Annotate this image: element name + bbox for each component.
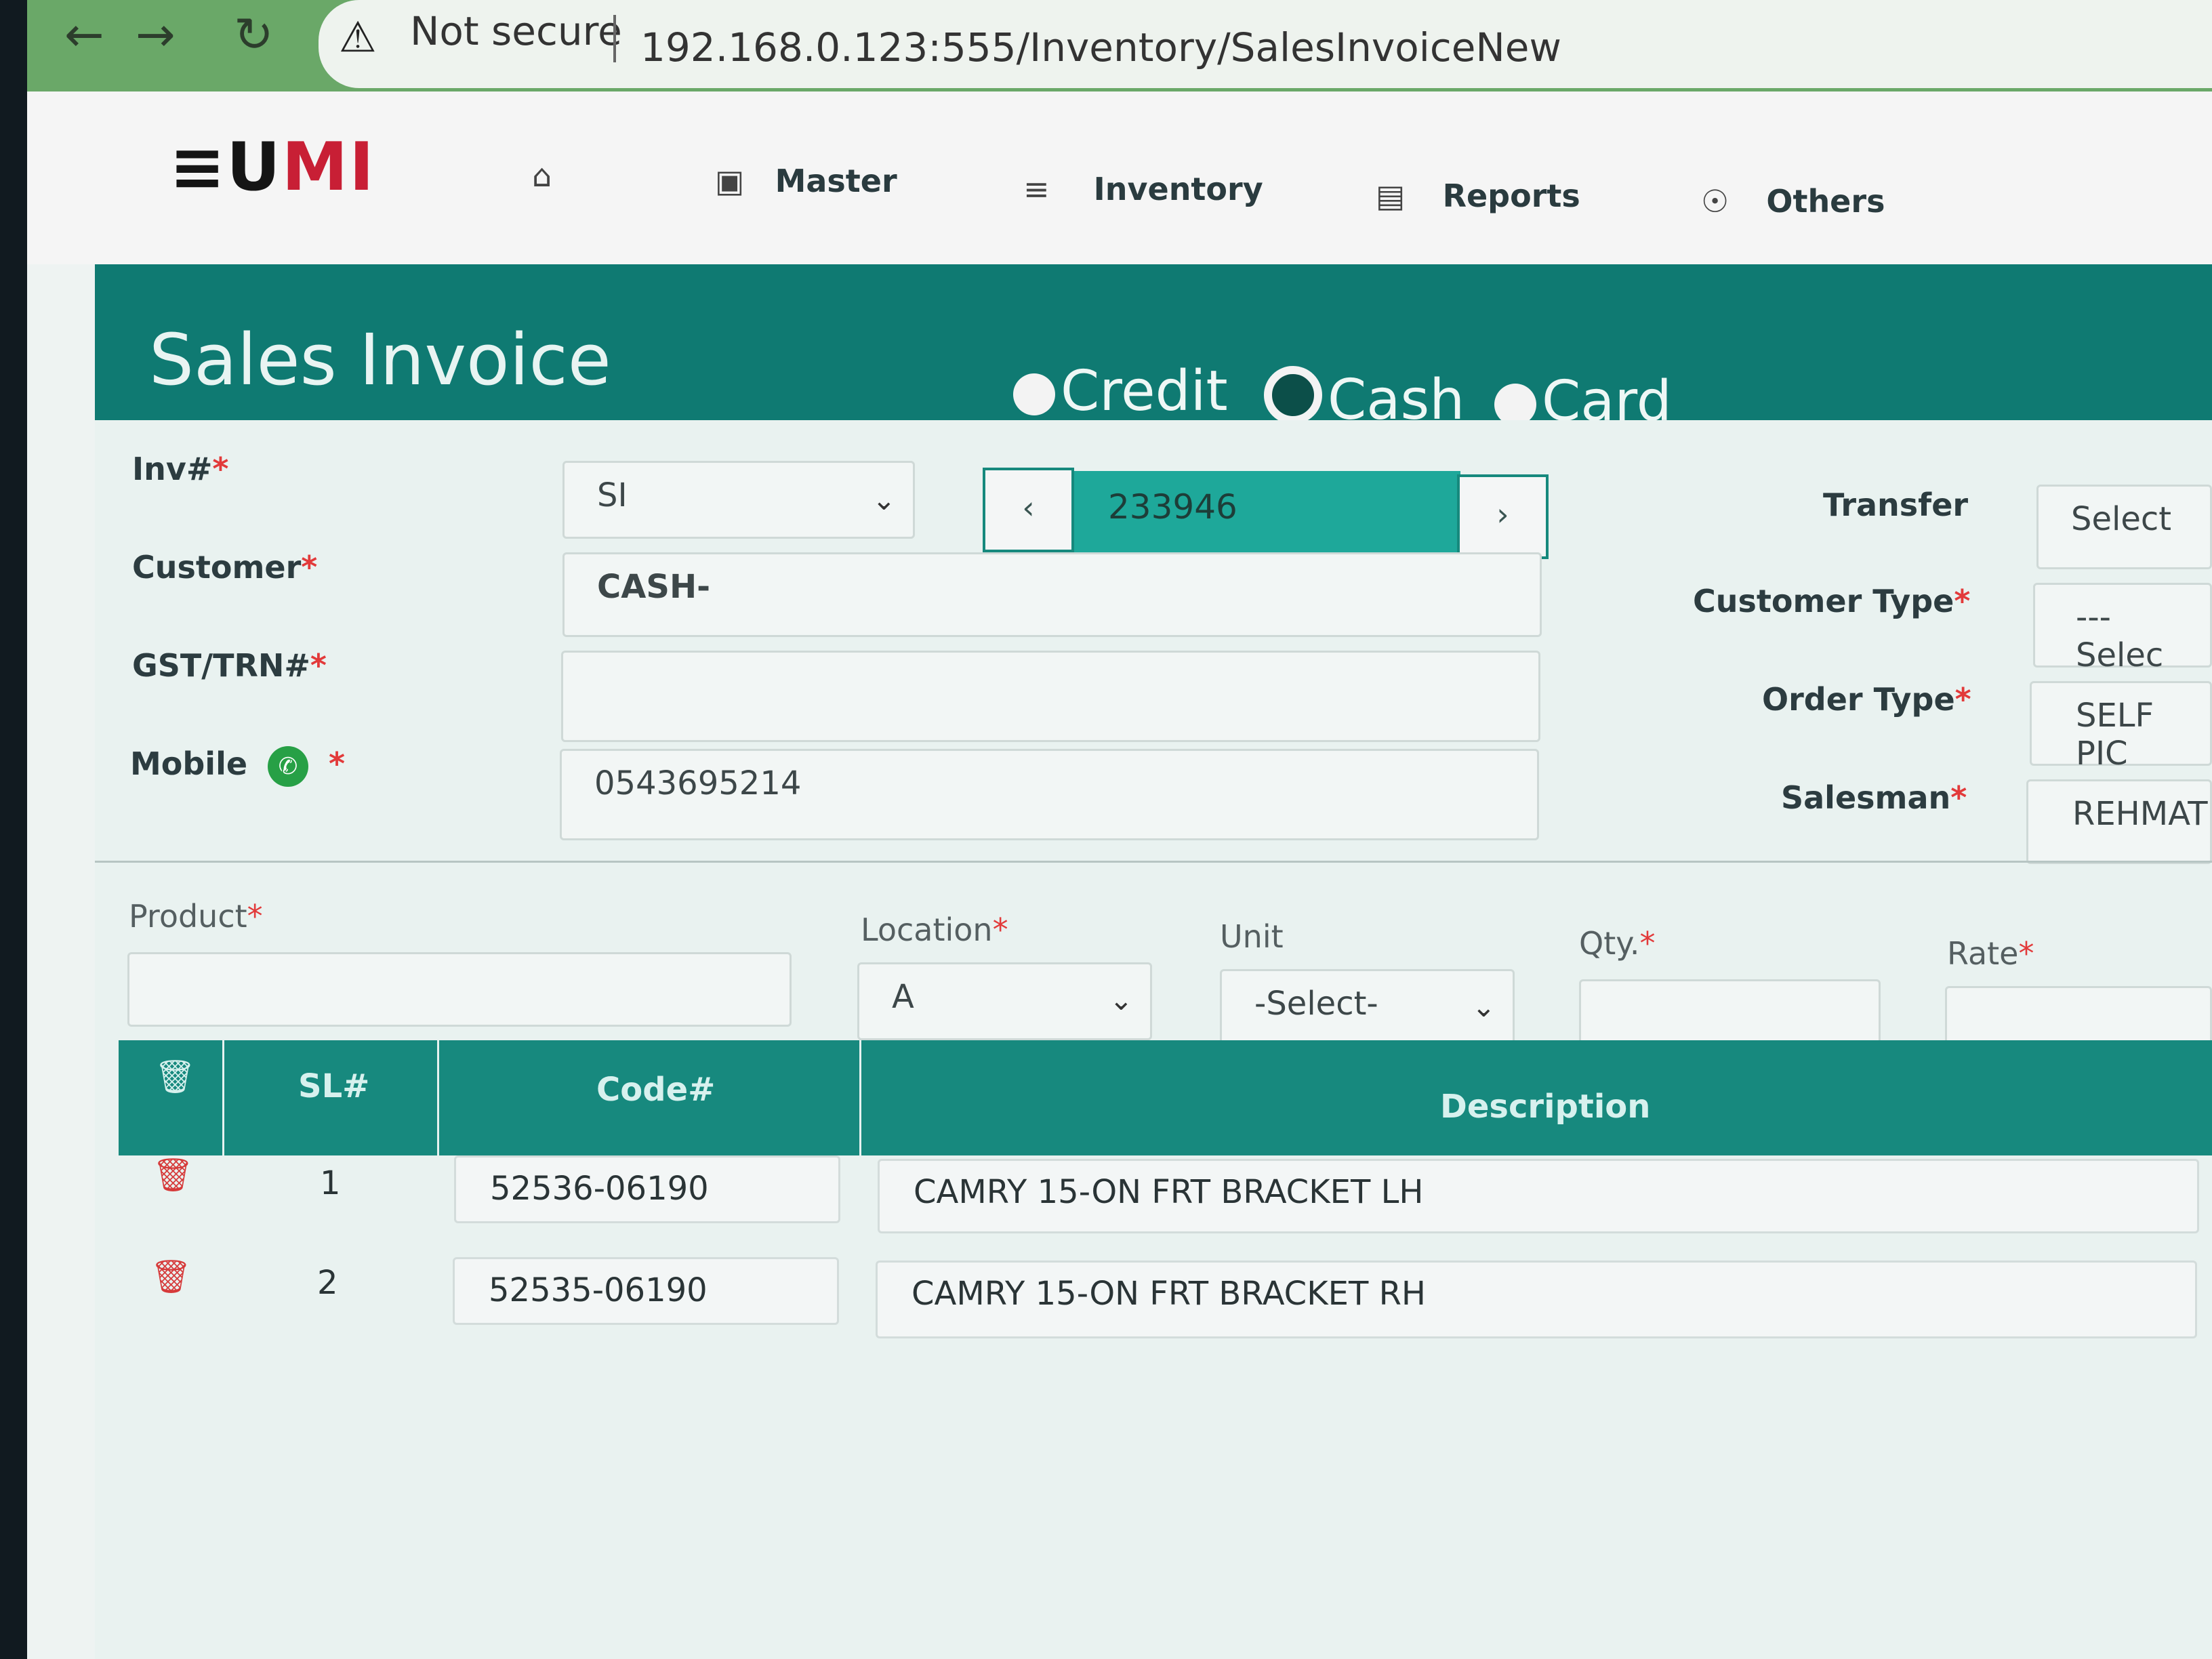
forward-icon[interactable]: → [136,7,176,62]
location-label: Location* [861,912,1008,948]
customer-input[interactable]: CASH- [562,552,1542,637]
home-icon[interactable]: ⌂ [532,157,552,194]
sl-column-header: SL# [298,1067,370,1105]
column-divider [222,1040,224,1155]
column-divider [437,1040,439,1155]
row-code-input[interactable]: 52536-06190 [454,1155,840,1223]
chevron-down-icon: ⌄ [1109,983,1133,1017]
product-label: Product* [129,898,263,935]
mobile-label: Mobile ✆ * [130,745,345,787]
nav-inventory-label: Inventory [1093,171,1263,207]
bar-chart-icon: ▤ [1376,178,1406,214]
back-icon[interactable]: ← [64,7,104,62]
app-logo[interactable]: ≡UMI [169,129,375,206]
qty-label: Qty.* [1579,925,1656,962]
nav-others[interactable]: ☉ Others [1701,183,1885,220]
url-separator [613,15,616,62]
delete-row-icon[interactable]: 🗑 [152,1155,194,1194]
customer-type-select[interactable]: ---Selec [2033,583,2212,674]
url-text[interactable]: 192.168.0.123:555/Inventory/SalesInvoice… [640,24,1561,70]
gst-input[interactable] [561,651,1540,742]
salesman-select[interactable]: REHMAT [2026,779,2212,864]
transfer-label: Transfer [1823,487,1969,523]
row-description-input[interactable]: CAMRY 15-ON FRT BRACKET RH [876,1261,2197,1338]
order-type-label: Order Type* [1762,681,1971,718]
unit-select[interactable]: -Select- ⌄ [1220,969,1515,1047]
customer-type-label: Customer Type* [1693,583,1971,619]
description-column-header: Description [1440,1088,1651,1126]
chevron-down-icon: ⌄ [1471,990,1496,1023]
nav-reports-label: Reports [1442,178,1580,214]
inv-label: Inv#* [132,451,229,487]
warning-icon: ⚠ [339,12,377,62]
inv-prefix-select[interactable]: SI ⌄ [562,461,915,539]
layers-icon: ≡ [1023,171,1050,207]
row-code-input[interactable]: 52535-06190 [453,1257,839,1325]
whatsapp-icon[interactable]: ✆ [268,745,309,787]
chevron-down-icon: ⌄ [872,483,896,516]
nav-others-label: Others [1766,183,1885,220]
globe-icon: ☉ [1701,183,1729,220]
nav-master-label: Master [775,163,897,199]
row-sl: 2 [317,1264,338,1302]
rate-label: Rate* [1947,935,2034,972]
payment-credit-label: Credit [1061,359,1228,424]
chevron-left-icon: ‹ [1022,489,1035,526]
trash-icon[interactable]: 🗑 [155,1057,196,1096]
security-label[interactable]: Not secure [410,8,622,54]
invoice-number-input[interactable]: 233946 [1074,471,1460,556]
radio-unchecked-icon [1494,384,1536,426]
cube-icon: ▣ [715,163,745,199]
next-invoice-button[interactable]: › [1457,474,1549,559]
items-table-header [119,1040,2212,1155]
delete-row-icon[interactable]: 🗑 [150,1257,192,1296]
transfer-select[interactable]: Select [2036,485,2212,569]
location-select[interactable]: A ⌄ [857,962,1152,1040]
row-sl: 1 [320,1164,341,1202]
payment-credit-radio[interactable]: Credit [1013,359,1228,424]
nav-reports[interactable]: ▤ Reports [1376,178,1580,214]
nav-inventory[interactable]: ≡ Inventory [1023,171,1263,207]
mobile-input[interactable]: 0543695214 [560,749,1539,840]
nav-master[interactable]: ▣ Master [715,163,897,199]
product-input[interactable] [127,952,792,1027]
unit-label: Unit [1220,918,1284,955]
reload-icon[interactable]: ↻ [234,7,274,62]
form-divider [95,861,2212,863]
column-divider [859,1040,861,1155]
customer-label: Customer* [132,549,318,586]
prev-invoice-button[interactable]: ‹ [983,468,1074,552]
order-type-select[interactable]: SELF PIC [2030,681,2212,773]
row-description-input[interactable]: CAMRY 15-ON FRT BRACKET LH [878,1159,2199,1233]
chevron-right-icon: › [1496,496,1509,533]
radio-checked-icon [1264,366,1322,424]
page-title: Sales Invoice [149,319,611,401]
salesman-label: Salesman* [1781,779,1967,816]
gst-label: GST/TRN#* [132,647,327,684]
radio-unchecked-icon [1013,373,1055,415]
code-column-header: Code# [596,1071,716,1109]
screen-bezel [0,0,27,1659]
